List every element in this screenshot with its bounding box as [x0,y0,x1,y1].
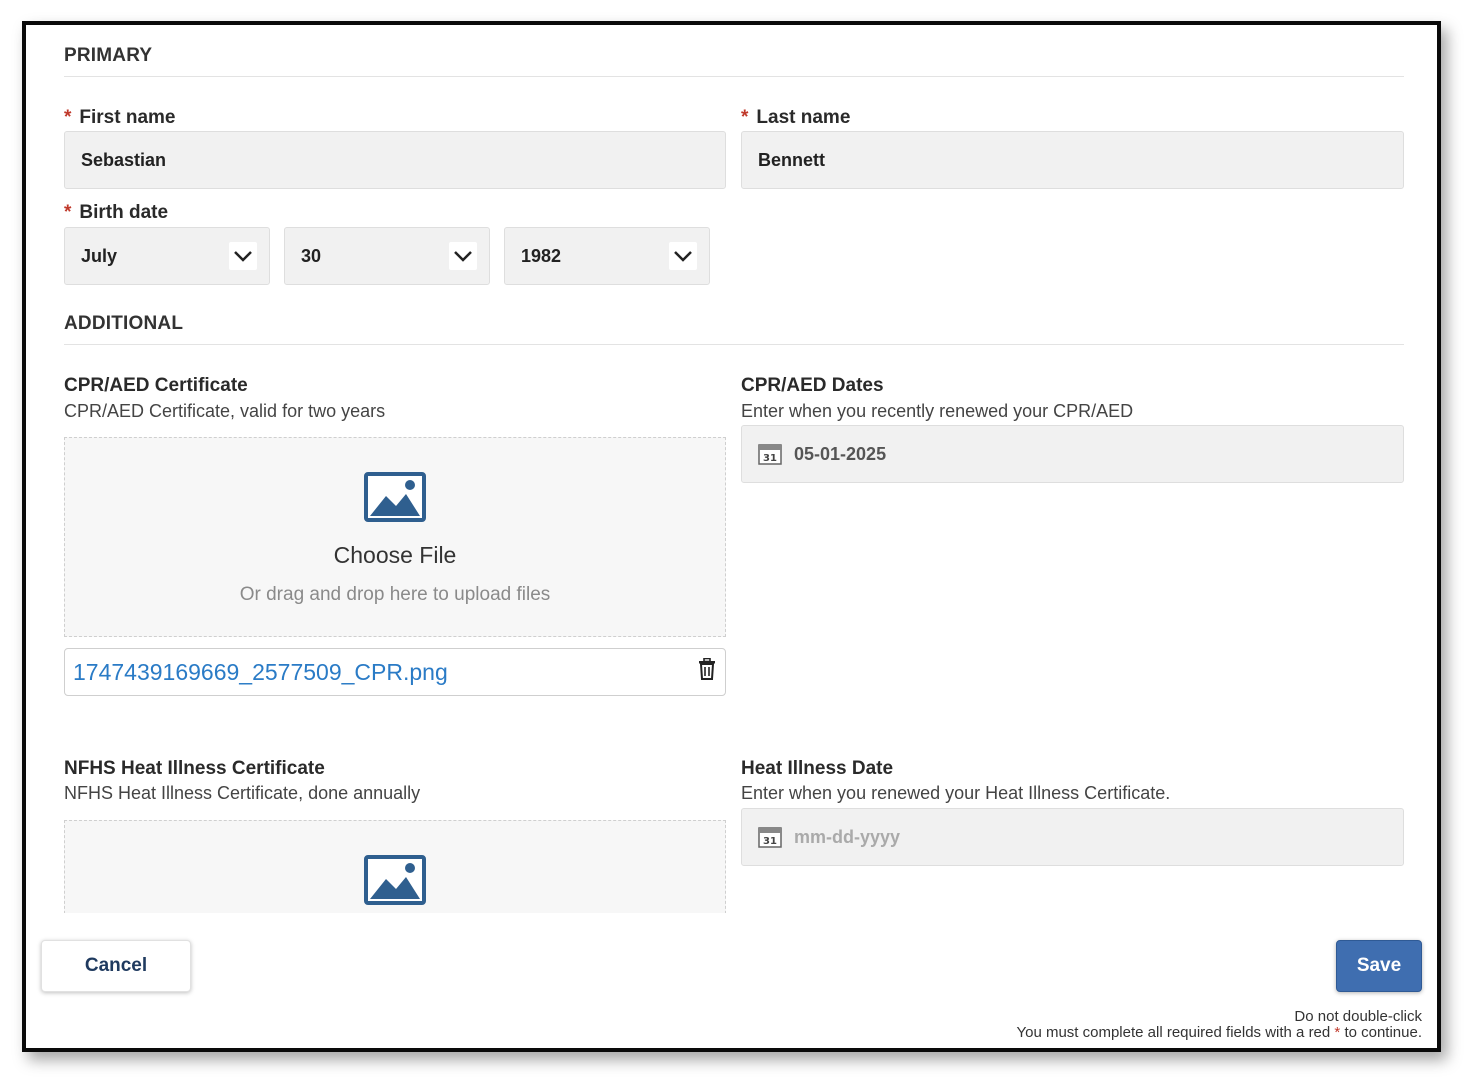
dialog-footer: Cancel Save Do not double-click You must… [26,913,1437,1048]
choose-file-link[interactable]: Choose File [65,542,725,569]
required-mark: * [64,107,72,128]
image-icon [364,855,426,910]
uploaded-file-link[interactable]: 1747439169669_2577509_CPR.png [73,659,448,686]
cancel-button[interactable]: Cancel [41,940,191,992]
section-divider [64,344,1404,345]
cpr-certificate-label: CPR/AED Certificate [64,375,248,396]
first-name-input[interactable]: Sebastian [64,131,726,189]
drag-drop-hint: Or drag and drop here to upload files [239,584,551,605]
heat-date-label: Heat Illness Date [741,758,894,779]
section-title-additional: ADDITIONAL [64,313,184,334]
calendar-icon: 31 [758,443,782,465]
chevron-down-icon [449,242,477,270]
save-button[interactable]: Save [1336,940,1422,992]
form-dialog: PRIMARY * First name Sebastian * Last name… [22,21,1441,1052]
required-fields-note: You must complete all required fields wi… [1016,1024,1422,1041]
calendar-day-text: 31 [763,453,777,464]
heat-certificate-description: NFHS Heat Illness Certificate, done annu… [64,783,421,803]
required-note-text: You must complete all required fields wi… [1016,1024,1331,1041]
cpr-upload-dropzone[interactable]: Choose File Or drag and drop here to upl… [64,437,726,637]
section-title-primary: PRIMARY [64,45,153,66]
required-mark: * [64,202,72,223]
birth-date-label: * Birth date [64,202,168,224]
cpr-dates-description: Enter when you recently renewed your CPR… [741,401,1134,421]
required-note-suffix: to continue. [1344,1024,1422,1041]
cpr-date-input[interactable]: 31 05-01-2025 [741,425,1404,483]
last-name-label: * Last name [741,107,850,129]
required-mark: * [1334,1024,1341,1041]
cpr-dates-label: CPR/AED Dates [741,375,884,396]
birth-month-value: July [81,245,118,266]
birth-year-select[interactable]: 1982 [504,227,710,285]
last-name-label-text: Last name [756,107,851,128]
birth-month-select[interactable]: July [64,227,270,285]
chevron-down-icon [669,242,697,270]
cpr-date-value: 05-01-2025 [794,443,887,464]
first-name-value: Sebastian [81,149,167,170]
heat-certificate-label: NFHS Heat Illness Certificate [64,758,325,779]
first-name-label: * First name [64,107,176,129]
section-divider [64,76,1404,77]
calendar-icon: 31 [758,826,782,848]
trash-icon[interactable] [697,657,717,686]
cpr-certificate-description: CPR/AED Certificate, valid for two years [64,401,386,421]
uploaded-file-row: 1747439169669_2577509_CPR.png [64,648,726,696]
last-name-value: Bennett [758,149,825,170]
heat-date-placeholder: mm-dd-yyyy [794,826,901,847]
birth-date-label-text: Birth date [79,202,169,223]
calendar-day-text: 31 [763,836,777,847]
heat-date-input[interactable]: 31 mm-dd-yyyy [741,808,1404,866]
double-click-note: Do not double-click [1294,1008,1422,1025]
image-icon [364,472,426,527]
required-mark: * [741,107,749,128]
heat-date-description: Enter when you renewed your Heat Illness… [741,783,1171,803]
chevron-down-icon [229,242,257,270]
first-name-label-text: First name [79,107,176,128]
birth-year-value: 1982 [521,245,562,266]
birth-day-value: 30 [301,245,322,266]
last-name-input[interactable]: Bennett [741,131,1404,189]
birth-day-select[interactable]: 30 [284,227,490,285]
